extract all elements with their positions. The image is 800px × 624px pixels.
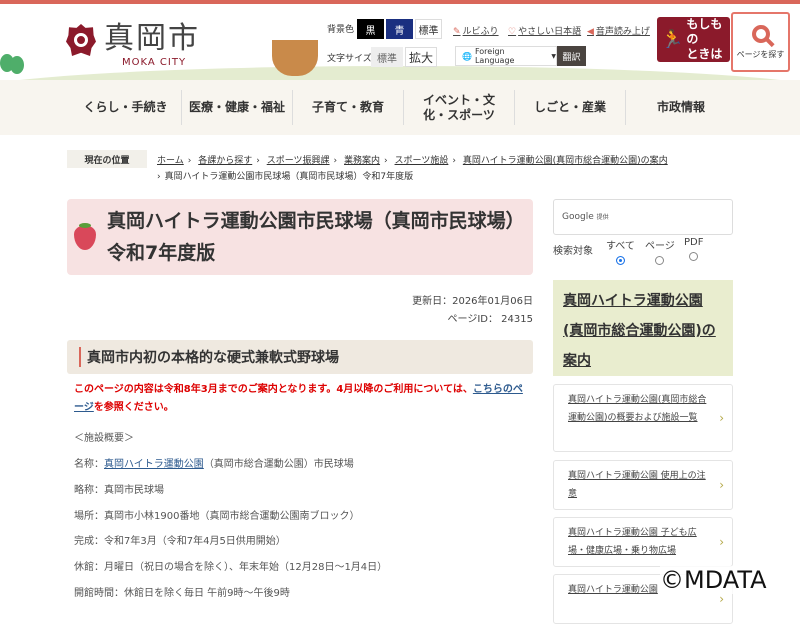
global-nav: くらし・手続き 医療・健康・福祉 子育て・教育 イベント・文化・スポーツ しごと… xyxy=(0,80,800,135)
breadcrumb-label: 現在の位置 xyxy=(67,150,147,168)
easy-japanese-link[interactable]: ♡ やさしい日本語 xyxy=(508,24,581,37)
logo-subtitle: MOKA CITY xyxy=(122,57,187,68)
page-search-button[interactable]: ページを探す xyxy=(731,12,790,72)
nav-item-childcare[interactable]: 子育て・教育 xyxy=(292,90,403,125)
font-standard-button[interactable]: 標準 xyxy=(371,47,403,67)
page-title: 真岡ハイトラ運動公園市民球場（真岡市民球場）令和7年度版 xyxy=(107,210,525,264)
ruby-link[interactable]: ✎ ルビふり xyxy=(453,24,499,37)
font-large-button[interactable]: 拡大 xyxy=(405,47,437,67)
search-target-label: 検索対象 xyxy=(553,246,593,257)
chevron-down-icon: ▼ xyxy=(551,52,556,60)
search-option-page[interactable]: ページ xyxy=(645,237,675,265)
nav-item-events[interactable]: イベント・文化・スポーツ xyxy=(403,90,514,125)
site-header: 真岡市 MOKA CITY 背景色 黒 青 標準 文字サイズ 標準 拡大 ✎ ルビ… xyxy=(0,4,800,80)
heart-icon: ♡ xyxy=(508,27,517,37)
site-search-input[interactable]: Google 提供 xyxy=(553,199,733,235)
foreign-language-select[interactable]: 🌐 Foreign Language ▼ xyxy=(455,46,557,66)
bg-standard-button[interactable]: 標準 xyxy=(415,19,442,39)
facility-line: 略称：真岡市民球場 xyxy=(74,485,164,496)
breadcrumb-link[interactable]: ホーム xyxy=(157,156,184,166)
updated-date: 更新日：2026年01月06日 xyxy=(412,296,533,307)
font-size-label: 文字サイズ xyxy=(327,54,372,64)
search-option-pdf[interactable]: PDF xyxy=(684,237,703,261)
basket-icon xyxy=(272,40,318,76)
search-option-all[interactable]: すべて xyxy=(606,237,635,265)
nav-item-health[interactable]: 医療・健康・福祉 xyxy=(181,90,292,125)
facility-line: 完成：令和7年3月（令和7年4月5日供用開始） xyxy=(74,536,286,547)
pencil-icon: ✎ xyxy=(453,27,461,37)
notice-text: このページの内容は令和8年3月までのご案内となります。4月以降のご利用については… xyxy=(74,384,523,413)
site-logo[interactable]: 真岡市 xyxy=(66,24,200,56)
breadcrumb-current: 真岡ハイトラ運動公園市民球場（真岡市民球場）令和7年度版 xyxy=(164,172,414,182)
breadcrumb-link[interactable]: スポーツ施設 xyxy=(395,156,449,166)
city-emblem-icon xyxy=(66,24,96,56)
page-title-box: 真岡ハイトラ運動公園市民球場（真岡市民球場）令和7年度版 xyxy=(67,199,533,275)
hill-decoration xyxy=(0,66,800,80)
globe-icon: 🌐 xyxy=(462,51,472,61)
translate-button[interactable]: 翻訳 xyxy=(557,46,586,66)
sidebar-heading-link[interactable]: 真岡ハイトラ運動公園(真岡市総合運動公園)の案内 xyxy=(553,280,733,376)
running-person-icon: 🏃 xyxy=(661,29,684,50)
speaker-icon: ◀ xyxy=(587,27,594,37)
page-id: ページID： 24315 xyxy=(447,314,533,325)
breadcrumb-link[interactable]: スポーツ振興課 xyxy=(267,156,330,166)
facility-line: 開館時間：休館日を除く毎日 午前9時～午後9時 xyxy=(74,588,290,599)
facility-line: 場所：真岡市小林1900番地（真岡市総合運動公園南ブロック） xyxy=(74,511,360,522)
bg-color-label: 背景色 xyxy=(327,25,355,35)
search-icon xyxy=(751,24,770,43)
section-heading: 真岡市内初の本格的な硬式兼軟式野球場 xyxy=(67,340,533,374)
strawberry-icon xyxy=(74,223,96,250)
breadcrumb-link[interactable]: 真岡ハイトラ運動公園(真岡市総合運動公園)の案内 xyxy=(463,156,668,166)
speech-link[interactable]: ◀ 音声読み上げ xyxy=(587,24,650,37)
bg-blue-button[interactable]: 青 xyxy=(386,19,413,39)
nav-item-city[interactable]: 市政情報 xyxy=(625,90,736,125)
logo-text: 真岡市 xyxy=(104,21,200,56)
sidebar-link[interactable]: 真岡ハイトラ運動公園 使用上の注意 xyxy=(553,460,733,510)
sidebar-link[interactable]: 真岡ハイトラ運動公園 子ども広場・健康広場・乗り物広場 xyxy=(553,517,733,567)
sidebar-link[interactable]: 真岡ハイトラ運動公園(真岡市総合運動公園)の概要および施設一覧 xyxy=(553,384,733,452)
park-link[interactable]: 真岡ハイトラ運動公園 xyxy=(104,459,204,470)
bg-black-button[interactable]: 黒 xyxy=(357,19,384,39)
overview-heading: ＜施設概要＞ xyxy=(74,433,134,444)
nav-item-living[interactable]: くらし・手続き xyxy=(70,90,181,125)
facility-name: 名称：真岡ハイトラ運動公園（真岡市総合運動公園）市民球場 xyxy=(74,459,354,470)
breadcrumb-link[interactable]: 業務案内 xyxy=(344,156,380,166)
nav-item-business[interactable]: しごと・産業 xyxy=(514,90,625,125)
breadcrumb-link[interactable]: 各課から探す xyxy=(198,156,252,166)
tree-decoration xyxy=(10,56,24,74)
emergency-button[interactable]: 🏃 もしもの ときは xyxy=(657,17,730,62)
facility-line: 休館：月曜日（祝日の場合を除く）、年末年始（12月28日～1月4日） xyxy=(74,562,388,573)
watermark: ©MDATA xyxy=(660,566,767,594)
